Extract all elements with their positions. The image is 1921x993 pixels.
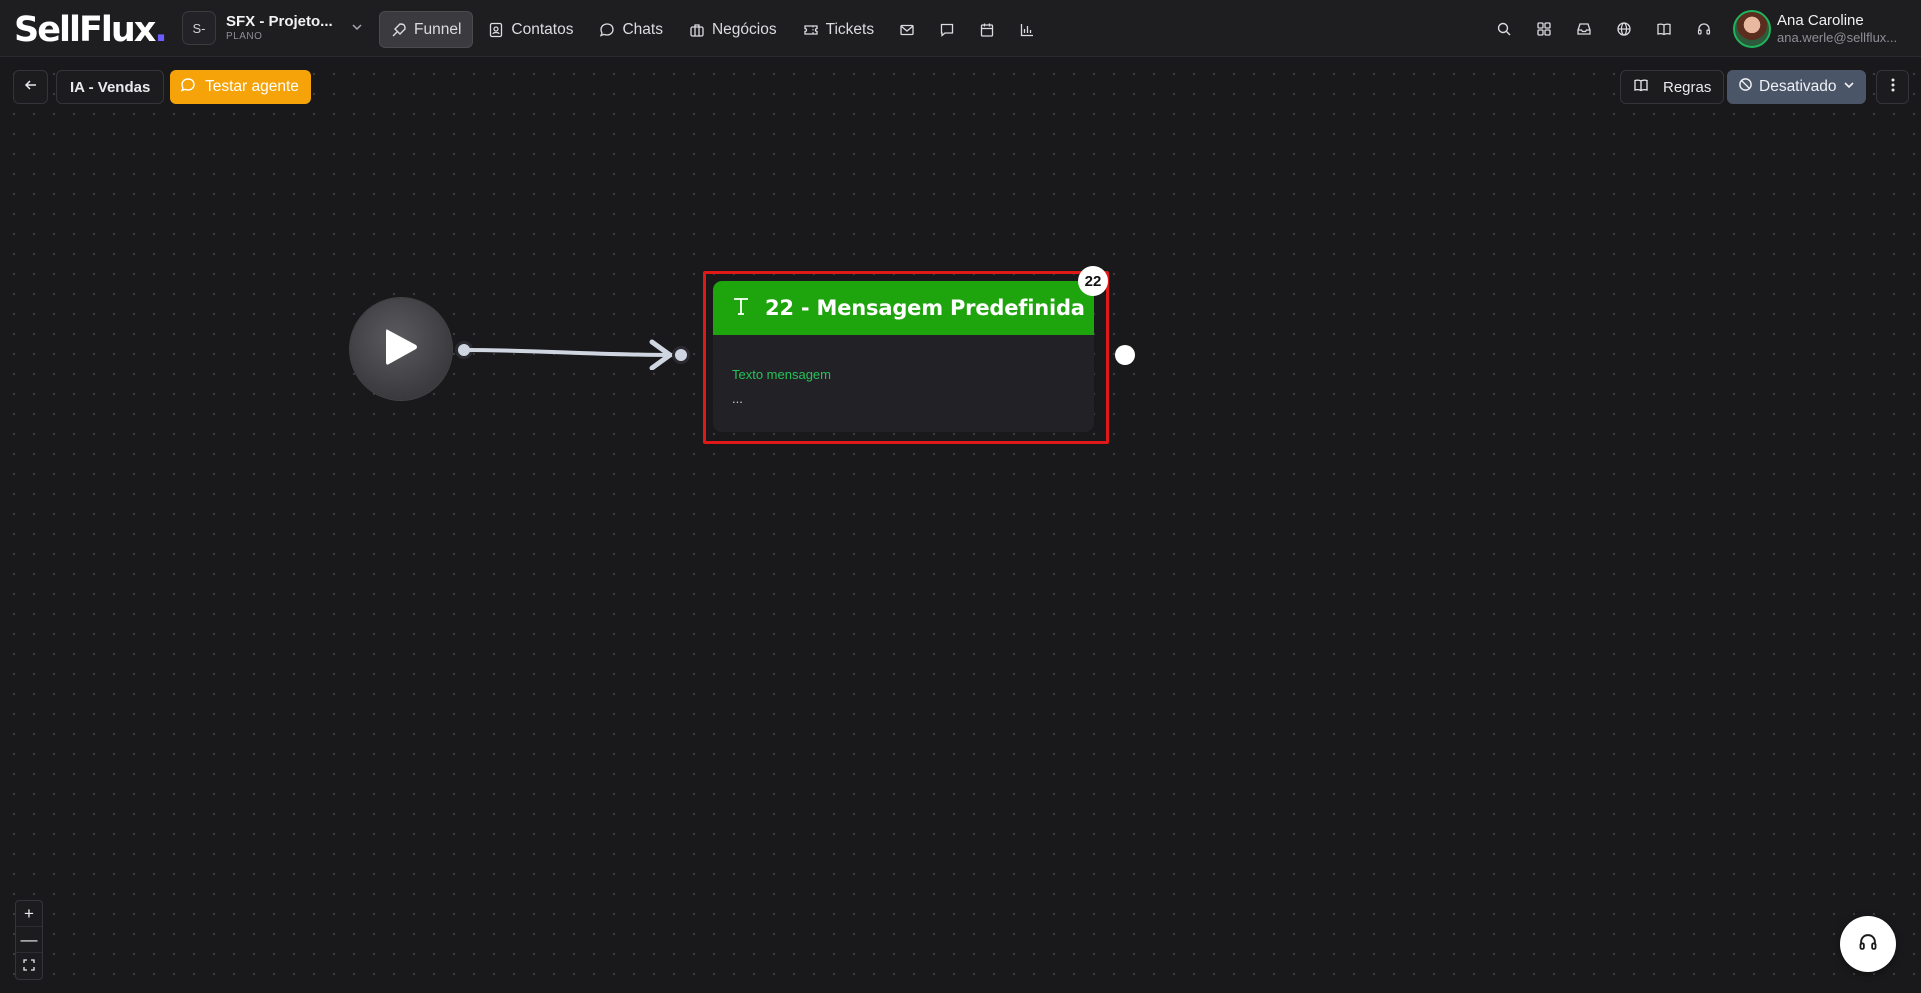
zoom-in-button[interactable]: +: [16, 901, 42, 927]
bar-chart-icon[interactable]: [1009, 11, 1045, 48]
zoom-controls: + —: [15, 900, 43, 980]
chevron-down-icon: [1843, 78, 1855, 96]
inbox-icon[interactable]: [1564, 11, 1604, 47]
node-output-handle[interactable]: [1115, 345, 1135, 365]
nav-funnel[interactable]: Funnel: [379, 11, 474, 48]
chat-bubble-icon: [180, 77, 196, 98]
book-open-icon: [1633, 77, 1649, 97]
project-plan: PLANO: [226, 31, 263, 42]
nav-tickets[interactable]: Tickets: [792, 11, 886, 48]
mail-icon[interactable]: [889, 11, 925, 48]
nav-negocios[interactable]: Negócios: [678, 11, 788, 48]
back-button[interactable]: [13, 70, 48, 104]
user-menu[interactable]: Ana Caroline ana.werle@sellflux...: [1733, 10, 1902, 48]
rules-label: Regras: [1663, 78, 1712, 96]
fit-view-button[interactable]: [16, 953, 42, 979]
sellflux-logo[interactable]: SellFlux.: [14, 10, 168, 50]
book-icon[interactable]: [1644, 11, 1684, 47]
fit-view-icon: [23, 956, 35, 976]
nav-negocios-label: Negócios: [711, 20, 777, 38]
ban-icon: [1738, 77, 1753, 97]
nav-chats[interactable]: Chats: [588, 11, 674, 48]
text-type-icon: [733, 297, 749, 320]
node-title: 22 - Mensagem Predefinida: [765, 296, 1085, 320]
dots-vertical-icon: [1891, 78, 1895, 96]
node-header: 22 - Mensagem Predefinida: [713, 281, 1094, 335]
nav-tickets-label: Tickets: [825, 20, 875, 38]
flow-canvas[interactable]: [0, 58, 1921, 993]
globe-icon[interactable]: [1604, 11, 1644, 47]
calendar-icon[interactable]: [969, 11, 1005, 48]
headset-icon: [1857, 931, 1879, 958]
apps-grid-icon[interactable]: [1524, 11, 1564, 47]
rules-button[interactable]: Regras: [1620, 70, 1725, 104]
project-name: SFX - Projeto...: [226, 13, 333, 30]
main-nav: Funnel Contatos Chats Negócios Tickets: [379, 11, 1045, 48]
project-badge: S-: [182, 11, 216, 45]
breadcrumb[interactable]: IA - Vendas: [56, 70, 165, 104]
zoom-out-button[interactable]: —: [16, 927, 42, 953]
arrow-left-icon: [24, 78, 38, 96]
contacts-icon: [488, 22, 504, 38]
status-label: Desativado: [1759, 78, 1837, 95]
message-square-icon[interactable]: [929, 11, 965, 48]
nav-chats-label: Chats: [622, 20, 663, 38]
message-node[interactable]: 22 - Mensagem Predefinida Texto mensagem…: [713, 281, 1094, 432]
test-agent-button[interactable]: Testar agente: [170, 70, 311, 104]
avatar: [1733, 10, 1771, 48]
play-icon: [382, 326, 420, 373]
node-input-handle[interactable]: [672, 346, 690, 364]
chat-icon: [599, 22, 615, 38]
node-field-label: Texto mensagem: [732, 367, 831, 382]
node-number-badge: 22: [1078, 266, 1108, 296]
start-node[interactable]: [350, 298, 452, 400]
chevron-down-icon: [351, 20, 363, 36]
top-navigation-bar: SellFlux. S- SFX - Projeto... PLANO Funn…: [0, 0, 1921, 57]
user-email: ana.werle@sellflux...: [1777, 30, 1898, 45]
test-agent-label: Testar agente: [205, 78, 299, 95]
nav-funnel-label: Funnel: [414, 20, 462, 38]
nav-contatos[interactable]: Contatos: [477, 11, 584, 48]
briefcase-icon: [689, 22, 705, 38]
header-actions: [1484, 11, 1724, 47]
search-icon[interactable]: [1484, 11, 1524, 47]
project-switcher[interactable]: S- SFX - Projeto... PLANO: [182, 11, 363, 45]
rocket-icon: [391, 22, 407, 38]
support-button[interactable]: [1840, 916, 1896, 972]
ticket-icon: [803, 22, 819, 38]
headset-icon[interactable]: [1684, 11, 1724, 47]
nav-contatos-label: Contatos: [511, 20, 574, 38]
status-dropdown[interactable]: Desativado: [1727, 70, 1866, 104]
user-name: Ana Caroline: [1777, 12, 1864, 29]
node-field-value: ...: [732, 391, 743, 406]
more-options-button[interactable]: [1876, 70, 1909, 104]
connection-edge[interactable]: [460, 330, 700, 370]
